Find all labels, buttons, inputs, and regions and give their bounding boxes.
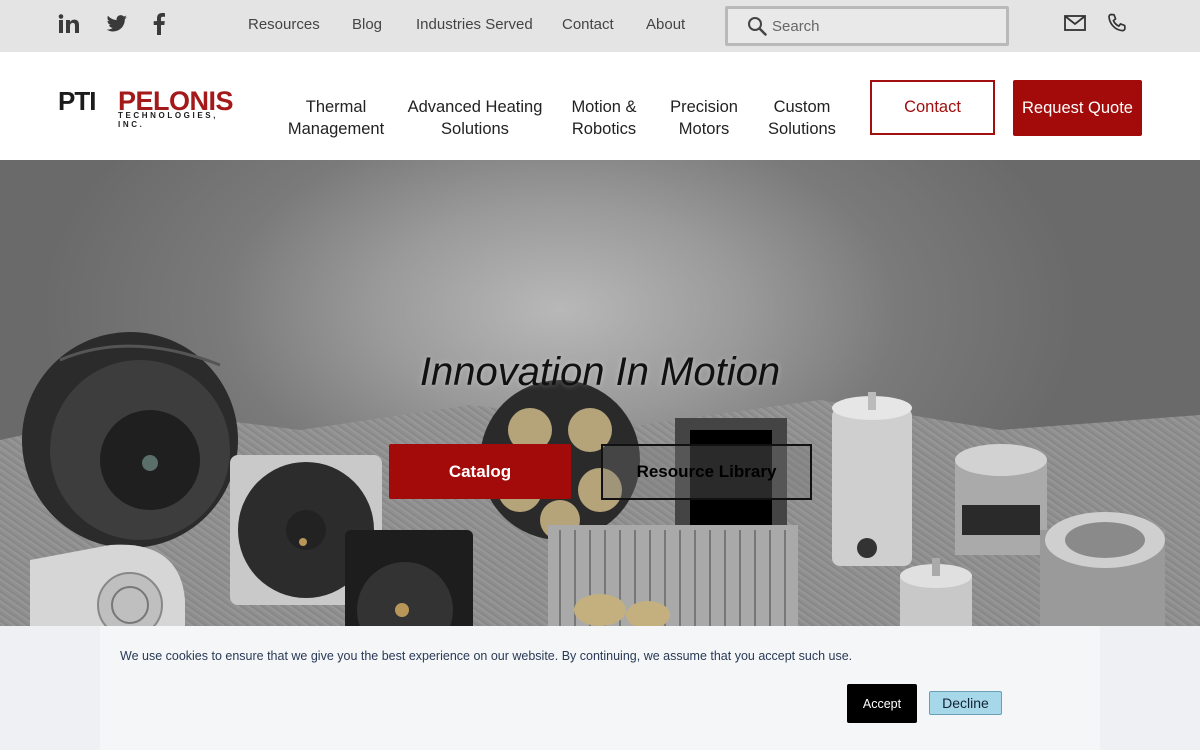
top-utility-bar: Resources Blog Industries Served Contact… xyxy=(0,0,1200,52)
hero-product-image xyxy=(22,332,1165,630)
logo-mark: PTI xyxy=(58,86,96,116)
cookie-message: We use cookies to ensure that we give yo… xyxy=(120,649,853,663)
main-header: PTI PELONIS TECHNOLOGIES, INC. Thermal M… xyxy=(0,52,1200,160)
nav-label-line2: Solutions xyxy=(768,120,836,138)
nav-label-line1: Precision xyxy=(670,98,738,116)
twitter-icon[interactable] xyxy=(105,12,129,36)
about-link[interactable]: About xyxy=(646,16,685,33)
company-logo[interactable]: PTI PELONIS TECHNOLOGIES, INC. xyxy=(58,86,248,130)
blog-link[interactable]: Blog xyxy=(352,16,382,33)
phone-icon[interactable] xyxy=(1105,11,1129,35)
nav-label-line2: Solutions xyxy=(441,120,509,138)
mail-icon[interactable] xyxy=(1063,11,1087,35)
search-input[interactable] xyxy=(772,17,992,35)
nav-motion-robotics[interactable]: Motion & Robotics xyxy=(564,96,644,140)
decline-cookies-button[interactable]: Decline xyxy=(929,691,1002,715)
motor-cylinder-image xyxy=(832,392,912,566)
nav-label-line2: Management xyxy=(287,120,385,138)
facebook-icon[interactable] xyxy=(147,12,171,36)
industries-served-link[interactable]: Industries Served xyxy=(416,16,533,33)
nav-custom-solutions[interactable]: Custom Solutions xyxy=(762,96,842,140)
nav-label-line1: Custom xyxy=(773,98,831,116)
accept-cookies-button[interactable]: Accept xyxy=(847,684,917,723)
linkedin-icon[interactable] xyxy=(57,12,81,36)
resources-link[interactable]: Resources xyxy=(248,16,320,33)
nav-label-line2: Motors xyxy=(678,120,730,138)
blower-housing-image xyxy=(30,544,185,630)
search-box[interactable] xyxy=(725,6,1009,46)
axial-fan-image xyxy=(345,530,473,630)
nav-label-line1: Motion & xyxy=(571,98,637,116)
hero-banner: Innovation In Motion Catalog Resource Li… xyxy=(0,160,1200,630)
search-icon[interactable] xyxy=(746,15,768,37)
resource-library-button[interactable]: Resource Library xyxy=(601,444,812,500)
nav-label-line2: Robotics xyxy=(571,120,637,138)
hero-title: Innovation In Motion xyxy=(419,350,781,394)
gearhead-image xyxy=(955,444,1165,630)
catalog-button[interactable]: Catalog xyxy=(389,444,571,499)
nav-label-line1: Advanced Heating xyxy=(407,98,543,116)
nav-precision-motors[interactable]: Precision Motors xyxy=(664,96,744,140)
request-quote-button[interactable]: Request Quote xyxy=(1013,80,1142,136)
nav-label-line1: Thermal xyxy=(305,98,367,116)
logo-subtitle: TECHNOLOGIES, INC. xyxy=(118,111,219,129)
nav-advanced-heating-solutions[interactable]: Advanced Heating Solutions xyxy=(405,96,545,140)
encoder-image xyxy=(900,558,972,630)
contact-button[interactable]: Contact xyxy=(870,80,995,135)
contact-link[interactable]: Contact xyxy=(562,16,614,33)
cookie-banner: We use cookies to ensure that we give yo… xyxy=(100,626,1100,750)
cookie-banner-overlay: We use cookies to ensure that we give yo… xyxy=(0,626,1200,750)
nav-thermal-management[interactable]: Thermal Management xyxy=(286,96,386,140)
